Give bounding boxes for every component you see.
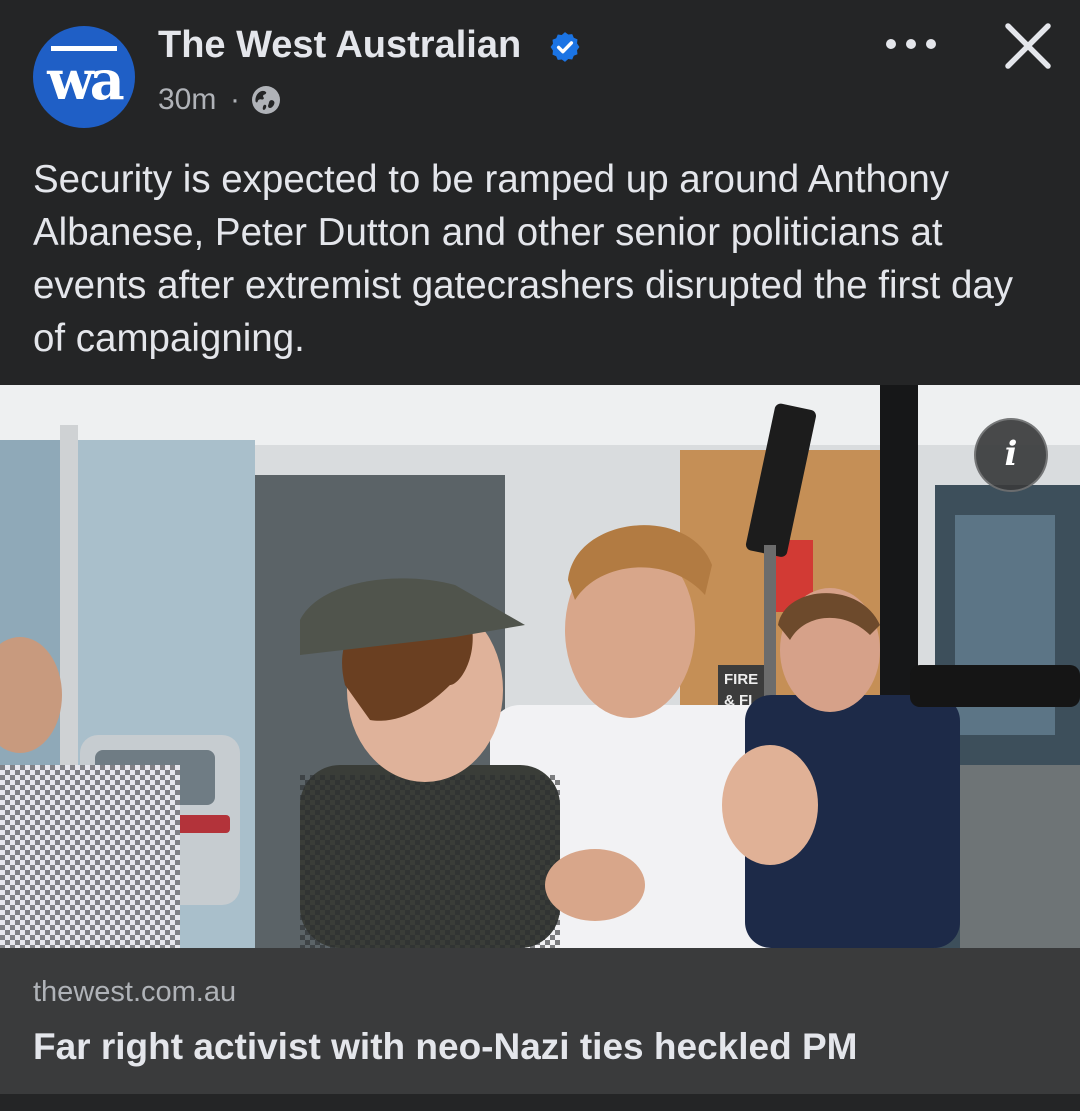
info-icon: i: [1004, 434, 1018, 474]
verified-badge-icon: [550, 32, 580, 62]
close-icon[interactable]: [1000, 18, 1056, 74]
photo-illustration: FIRE & FI: [0, 385, 1080, 948]
meta-separator: ·: [230, 83, 240, 116]
post-photo[interactable]: FIRE & FI: [0, 385, 1080, 948]
photo-fire-sign-text: FIRE: [724, 671, 758, 688]
link-title[interactable]: Far right activist with neo-Nazi ties he…: [33, 1026, 857, 1068]
more-options-icon[interactable]: [880, 26, 942, 62]
globe-icon[interactable]: [250, 84, 282, 116]
avatar-logo-text: wa: [47, 48, 124, 112]
link-preview[interactable]: thewest.com.au Far right activist with n…: [0, 948, 1080, 1094]
page-name-link[interactable]: The West Australian: [158, 24, 521, 67]
page-avatar[interactable]: wa: [33, 26, 135, 128]
post-card: wa The West Australian 30m · Security is…: [0, 0, 1080, 1111]
photo-info-button[interactable]: i: [974, 418, 1048, 492]
link-domain: thewest.com.au: [33, 976, 237, 1008]
post-message: Security is expected to be ramped up aro…: [33, 158, 1014, 360]
post-timestamp[interactable]: 30m: [158, 83, 216, 117]
